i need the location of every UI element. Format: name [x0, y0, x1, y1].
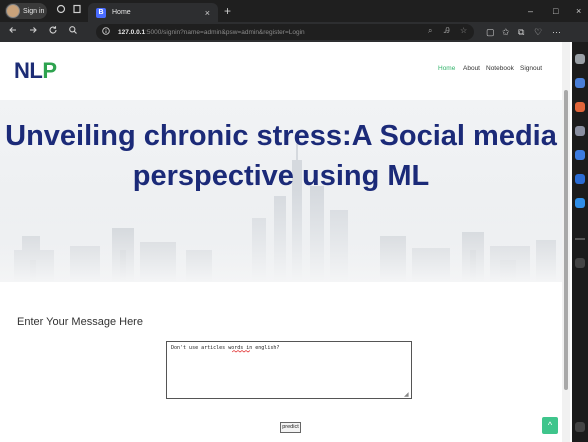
hero-title-line-2: perspective using ML: [132, 160, 430, 192]
nav-about[interactable]: About: [463, 65, 480, 72]
nav-notebook[interactable]: Notebook: [486, 65, 514, 72]
active-tab[interactable]: B Home ×: [88, 3, 218, 22]
split-screen-icon[interactable]: ▢: [486, 26, 495, 38]
browser-toolbar: 127.0.0.1 :5000/signin?name=admin&psw=ad…: [0, 22, 588, 42]
sidebar-office-icon[interactable]: [575, 174, 585, 184]
scroll-to-top-button[interactable]: ^: [542, 417, 558, 434]
avatar: [6, 4, 20, 18]
url-path: :5000/signin?name=admin&psw=admin&regist…: [145, 28, 305, 36]
sidebar-divider: [575, 238, 585, 240]
address-bar[interactable]: 127.0.0.1 :5000/signin?name=admin&psw=ad…: [96, 24, 474, 40]
nav-signout[interactable]: Signout: [520, 65, 542, 72]
window-close-icon[interactable]: ×: [576, 4, 581, 18]
more-options-icon[interactable]: ⋯: [552, 26, 561, 38]
message-label: Enter Your Message Here: [17, 316, 143, 328]
collections-icon[interactable]: ⧉: [518, 26, 524, 38]
hero-title: Unveiling chronic stress:A Social media …: [0, 116, 562, 196]
reload-icon[interactable]: [46, 25, 60, 39]
sidebar-outlook-icon[interactable]: [575, 198, 585, 208]
search-icon[interactable]: [66, 25, 80, 39]
workspaces-icon[interactable]: [54, 4, 68, 18]
new-tab-icon[interactable]: +: [224, 4, 231, 18]
back-arrow-icon[interactable]: [6, 25, 20, 39]
tab-actions-icon[interactable]: [70, 4, 84, 18]
web-page: NLP Home About Notebook Signout Unveilin…: [0, 42, 572, 442]
profile-label: Sign in: [23, 7, 45, 15]
sidebar-shopping-icon[interactable]: [575, 102, 585, 112]
hero-banner: Unveiling chronic stress:A Social media …: [0, 100, 562, 282]
page-scrollbar[interactable]: [562, 42, 570, 442]
nav-home[interactable]: Home: [438, 65, 455, 72]
site-logo[interactable]: NLP: [14, 58, 57, 84]
browser-tab-bar: Sign in B Home × + – □ ×: [0, 0, 588, 22]
browser-sidebar: [572, 42, 588, 442]
predict-button[interactable]: predict: [280, 422, 301, 433]
maximize-icon[interactable]: □: [553, 4, 558, 18]
forward-arrow-icon[interactable]: [26, 25, 40, 39]
spellcheck-underline: [232, 350, 250, 353]
tab-favicon-icon: B: [96, 7, 106, 18]
sidebar-search-icon[interactable]: [575, 54, 585, 64]
url-host: 127.0.0.1: [118, 28, 146, 36]
minimize-icon[interactable]: –: [528, 4, 533, 18]
browser-essentials-icon[interactable]: ♡: [534, 26, 542, 38]
site-header: NLP Home About Notebook Signout: [0, 42, 562, 100]
profile-button[interactable]: Sign in: [5, 3, 47, 19]
sidebar-tools-icon[interactable]: [575, 126, 585, 136]
scrollbar-thumb[interactable]: [564, 90, 568, 390]
sidebar-settings-icon[interactable]: [575, 422, 585, 432]
favorite-star-icon[interactable]: ☆: [460, 26, 467, 35]
sidebar-copilot-icon[interactable]: [575, 78, 585, 88]
hero-title-line-1: Unveiling chronic stress:A Social media: [5, 120, 557, 152]
logo-text: NL: [14, 58, 43, 83]
logo-accent: P: [42, 58, 57, 83]
favorites-icon[interactable]: ✩: [502, 26, 510, 38]
message-input[interactable]: Don't use articles words in english?: [166, 341, 412, 399]
sidebar-add-icon[interactable]: [575, 258, 585, 268]
tab-title: Home: [112, 9, 131, 16]
zoom-icon[interactable]: ⌕: [428, 26, 432, 36]
read-aloud-icon[interactable]: Ꭿ: [444, 26, 450, 36]
tab-close-icon[interactable]: ×: [205, 8, 210, 18]
info-icon[interactable]: [102, 27, 112, 37]
sidebar-games-icon[interactable]: [575, 150, 585, 160]
textarea-resize-handle[interactable]: ◢: [404, 391, 409, 398]
